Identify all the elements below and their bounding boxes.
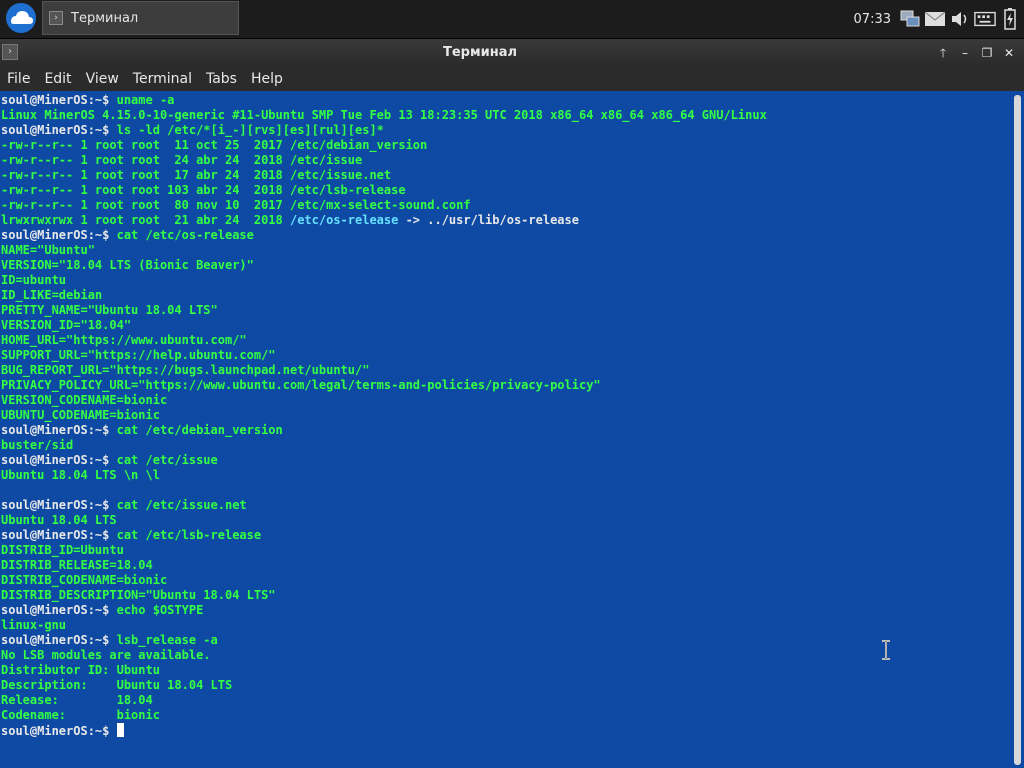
command-text: echo $OSTYPE [116, 603, 204, 617]
prompt: soul@MinerOS:~$ [1, 123, 117, 137]
command-line: soul@MinerOS:~$ cat /etc/issue [1, 453, 218, 468]
terminal-icon: › [49, 11, 63, 25]
output-line: Description: Ubuntu 18.04 LTS [1, 678, 233, 692]
taskbar-terminal-label: Терминал [71, 10, 139, 26]
output-line: DISTRIB_CODENAME=bionic [1, 573, 168, 587]
command-line: soul@MinerOS:~$ ls -ld /etc/*[i_-][rvs][… [1, 123, 384, 138]
command-line: soul@MinerOS:~$ cat /etc/lsb-release [1, 528, 261, 543]
output-line: HOME_URL="https://www.ubuntu.com/" [1, 333, 247, 347]
keyboard-icon[interactable] [974, 8, 996, 30]
output-line: DISTRIB_RELEASE=18.04 [1, 558, 153, 572]
output-line: Ubuntu 18.04 LTS [1, 513, 117, 527]
output-line: linux-gnu [1, 618, 67, 632]
command-text: cat /etc/lsb-release [116, 528, 262, 542]
command-line: soul@MinerOS:~$ cat /etc/issue.net [1, 498, 247, 513]
symlink-name: /etc/os-release [289, 213, 399, 227]
keep-above-icon[interactable]: 🡑 [932, 43, 954, 63]
command-line: soul@MinerOS:~$ cat /etc/debian_version [1, 423, 283, 438]
ibeam-cursor-icon [880, 640, 892, 660]
output-line: BUG_REPORT_URL="https://bugs.launchpad.n… [1, 363, 370, 377]
text-cursor [116, 723, 124, 737]
output-line: ID_LIKE=debian [1, 288, 103, 302]
output-line: DISTRIB_DESCRIPTION="Ubuntu 18.04 LTS" [1, 588, 276, 602]
output-line: ID=ubuntu [1, 273, 67, 287]
command-text: ls -ld /etc/*[i_-][rvs][es][rul][es]* [116, 123, 384, 137]
output-line: PRIVACY_POLICY_URL="https://www.ubuntu.c… [1, 378, 601, 392]
command-line: soul@MinerOS:~$ lsb_release -a [1, 633, 218, 648]
command-text: cat /etc/os-release [116, 228, 254, 242]
output-line: UBUNTU_CODENAME=bionic [1, 408, 160, 422]
window-title: Терминал [442, 45, 517, 60]
taskbar-terminal-button[interactable]: › Терминал [42, 1, 239, 35]
menu-file[interactable]: File [0, 71, 37, 87]
menu-help[interactable]: Help [244, 71, 290, 87]
output-line: Distributor ID: Ubuntu [1, 663, 160, 677]
command-line: soul@MinerOS:~$ cat /etc/os-release [1, 228, 254, 243]
command-line: soul@MinerOS:~$ uname -a [1, 93, 174, 108]
window-controls: 🡑 – ❐ ✕ [932, 43, 1020, 63]
output-line: PRETTY_NAME="Ubuntu 18.04 LTS" [1, 303, 218, 317]
prompt: soul@MinerOS:~$ [1, 498, 117, 512]
maximize-icon[interactable]: ❐ [976, 43, 998, 63]
menu-view[interactable]: View [79, 71, 126, 87]
menubar: File Edit View Terminal Tabs Help [0, 67, 1024, 91]
menu-tabs[interactable]: Tabs [199, 71, 244, 87]
output-line: SUPPORT_URL="https://help.ubuntu.com/" [1, 348, 276, 362]
output-line: buster/sid [1, 438, 74, 452]
prompt: soul@MinerOS:~$ [1, 453, 117, 467]
output-line: -rw-r--r-- 1 root root 17 abr 24 2018 /e… [1, 168, 392, 182]
output-line: lrwxrwxrwx 1 root root 21 abr 24 2018 /e… [1, 213, 579, 228]
output-line: NAME="Ubuntu" [1, 243, 95, 257]
system-tray: 07:33 [854, 0, 1024, 38]
minimize-icon[interactable]: – [954, 43, 976, 63]
cloud-launcher-icon[interactable] [2, 1, 40, 35]
output-line: -rw-r--r-- 1 root root 24 abr 24 2018 /e… [1, 153, 363, 167]
output-line: VERSION="18.04 LTS (Bionic Beaver)" [1, 258, 254, 272]
window-titlebar[interactable]: › Терминал 🡑 – ❐ ✕ [0, 39, 1024, 67]
symlink-target: -> ../usr/lib/os-release [398, 213, 579, 227]
clock[interactable]: 07:33 [854, 12, 891, 27]
terminal-output[interactable]: soul@MinerOS:~$ uname -a Linux MinerOS 4.… [0, 91, 1012, 768]
prompt: soul@MinerOS:~$ [1, 228, 117, 242]
scrollbar-thumb[interactable] [1014, 95, 1021, 765]
output-line: Ubuntu 18.04 LTS \n \l [1, 468, 160, 482]
prompt: soul@MinerOS:~$ [1, 93, 117, 107]
symlink-attrs: lrwxrwxrwx 1 root root 21 abr 24 2018 [1, 213, 290, 227]
terminal-scrollbar[interactable] [1012, 91, 1024, 768]
command-text: cat /etc/issue [116, 453, 218, 467]
output-line: No LSB modules are available. [1, 648, 211, 662]
battery-icon[interactable] [999, 8, 1021, 30]
close-icon[interactable]: ✕ [998, 43, 1020, 63]
prompt: soul@MinerOS:~$ [1, 423, 117, 437]
current-prompt-line: soul@MinerOS:~$ [1, 723, 124, 738]
output-line: DISTRIB_ID=Ubuntu [1, 543, 124, 557]
output-line: VERSION_ID="18.04" [1, 318, 132, 332]
output-line: -rw-r--r-- 1 root root 80 nov 10 2017 /e… [1, 198, 471, 212]
menu-edit[interactable]: Edit [37, 71, 78, 87]
volume-icon[interactable] [949, 8, 971, 30]
output-line: -rw-r--r-- 1 root root 11 oct 25 2017 /e… [1, 138, 428, 152]
output-line: Codename: bionic [1, 708, 160, 722]
menu-terminal[interactable]: Terminal [126, 71, 199, 87]
mail-icon[interactable] [924, 8, 946, 30]
output-line: -rw-r--r-- 1 root root 103 abr 24 2018 /… [1, 183, 406, 197]
command-text: uname -a [116, 93, 175, 107]
taskbar: › Терминал 07:33 [0, 0, 1024, 39]
command-line: soul@MinerOS:~$ echo $OSTYPE [1, 603, 203, 618]
output-line: Release: 18.04 [1, 693, 153, 707]
prompt: soul@MinerOS:~$ [1, 603, 117, 617]
prompt: soul@MinerOS:~$ [1, 724, 117, 738]
command-text: lsb_release -a [116, 633, 218, 647]
command-text: cat /etc/issue.net [116, 498, 247, 512]
prompt: soul@MinerOS:~$ [1, 633, 117, 647]
command-text: cat /etc/debian_version [116, 423, 283, 437]
output-line: VERSION_CODENAME=bionic [1, 393, 168, 407]
network-icon[interactable] [899, 8, 921, 30]
prompt: soul@MinerOS:~$ [1, 528, 117, 542]
output-line: Linux MinerOS 4.15.0-10-generic #11-Ubun… [1, 108, 767, 122]
